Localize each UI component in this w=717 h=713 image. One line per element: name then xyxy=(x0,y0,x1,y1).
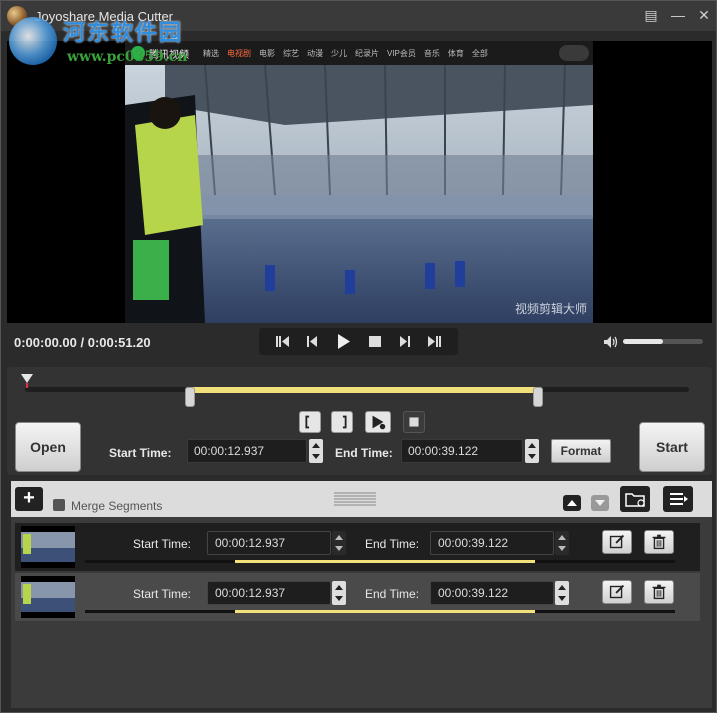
volume-level xyxy=(623,339,663,344)
segment-track xyxy=(85,560,675,563)
time-readout: 0:00:00.00 / 0:00:51.20 xyxy=(14,335,151,350)
menu-icon[interactable]: ▤ xyxy=(640,5,662,25)
cut-range[interactable] xyxy=(185,387,543,407)
segment-range-fill xyxy=(235,560,535,563)
merge-segments-label: Merge Segments xyxy=(71,499,163,513)
mark-in-button[interactable] xyxy=(299,411,321,433)
segment-end-label: End Time: xyxy=(365,537,420,551)
segment-start-spinner[interactable] xyxy=(332,531,346,555)
next-segment-icon[interactable] xyxy=(420,328,450,355)
segment-start-input[interactable]: 00:00:12.937 xyxy=(207,581,331,605)
video-site-title: 腾讯视频 xyxy=(149,50,189,61)
close-button[interactable]: ✕ xyxy=(693,5,715,25)
segment-list-header: + Merge Segments xyxy=(11,481,712,517)
start-time-input[interactable]: 00:00:12.937 xyxy=(187,439,307,463)
play-icon[interactable] xyxy=(328,328,358,355)
preview-segment-button[interactable] xyxy=(365,411,391,433)
nav-item: 体育 xyxy=(447,49,464,58)
segment-end-input[interactable]: 00:00:39.122 xyxy=(430,531,554,555)
segment-track xyxy=(85,610,675,613)
video-site-logo-icon xyxy=(131,46,145,60)
segment-thumbnail xyxy=(21,526,75,568)
total-time: 0:00:51.20 xyxy=(87,335,151,350)
mark-out-button[interactable] xyxy=(331,411,353,433)
minimize-button[interactable]: — xyxy=(667,5,689,25)
nav-item: 纪录片 xyxy=(355,49,379,58)
time-separator: / xyxy=(76,335,88,350)
merge-segments-checkbox[interactable] xyxy=(53,499,65,511)
video-site-navbar: 腾讯视频 精选 电视剧 电影 综艺 动漫 少儿 纪录片 VIP会员 音乐 体育 全部 xyxy=(125,41,593,65)
start-button[interactable]: Start xyxy=(639,422,705,472)
range-end-handle[interactable] xyxy=(533,387,543,407)
nav-item: 动漫 xyxy=(307,49,323,58)
app-logo-icon xyxy=(7,6,27,26)
nav-item: 综艺 xyxy=(283,49,299,58)
edit-segment-button[interactable] xyxy=(602,580,632,604)
app-window: Joyoshare Media Cutter ▤ — ✕ 河东软件园 www.p… xyxy=(0,0,717,713)
volume-slider[interactable] xyxy=(623,339,703,344)
segment-range-fill xyxy=(235,610,535,613)
end-time-label: End Time: xyxy=(335,446,393,460)
playhead-marker-icon[interactable] xyxy=(21,374,33,388)
segment-end-spinner[interactable] xyxy=(555,581,569,605)
volume-icon[interactable] xyxy=(603,334,619,350)
current-time: 0:00:00.00 xyxy=(14,335,77,350)
segment-start-label: Start Time: xyxy=(133,587,192,601)
delete-segment-button[interactable] xyxy=(644,530,674,554)
segment-row[interactable]: Start Time: 00:00:12.937 End Time: 00:00… xyxy=(15,523,700,571)
nav-item: 音乐 xyxy=(423,49,440,58)
start-time-label: Start Time: xyxy=(109,446,172,460)
previous-frame-icon[interactable] xyxy=(297,328,327,355)
video-frame: 腾讯视频 精选 电视剧 电影 综艺 动漫 少儿 纪录片 VIP会员 音乐 体育 全部 xyxy=(125,41,593,323)
transport-controls xyxy=(259,328,458,355)
end-time-input[interactable]: 00:00:39.122 xyxy=(401,439,523,463)
segment-start-input[interactable]: 00:00:12.937 xyxy=(207,531,331,555)
stop-icon[interactable] xyxy=(360,328,390,355)
stadium-scene xyxy=(125,65,593,323)
app-title: Joyoshare Media Cutter xyxy=(35,9,174,24)
next-frame-icon[interactable] xyxy=(390,328,420,355)
segment-start-label: Start Time: xyxy=(133,537,192,551)
cutter-panel: Open Start Time: 00:00:12.937 End Time: … xyxy=(7,367,712,475)
end-time-spinner[interactable] xyxy=(525,439,539,463)
nav-item: VIP会员 xyxy=(387,49,416,58)
nav-item: 少儿 xyxy=(331,49,347,58)
delete-segment-button[interactable] xyxy=(644,580,674,604)
segment-end-label: End Time: xyxy=(365,587,420,601)
format-button[interactable]: Format xyxy=(551,439,611,463)
list-menu-button[interactable] xyxy=(663,486,693,512)
add-segment-button[interactable]: + xyxy=(15,487,43,511)
stop-preview-button[interactable] xyxy=(403,411,425,433)
move-up-button[interactable] xyxy=(563,495,581,511)
drag-grip-icon[interactable] xyxy=(334,491,376,507)
range-start-handle[interactable] xyxy=(185,387,195,407)
cut-range-fill xyxy=(185,387,543,393)
segment-list: + Merge Segments Start Time: 00:00:12.93… xyxy=(11,481,712,708)
move-down-button[interactable] xyxy=(591,495,609,511)
video-site-nav-items: 精选 电视剧 电影 综艺 动漫 少儿 纪录片 VIP会员 音乐 体育 全部 xyxy=(203,48,496,59)
previous-segment-icon[interactable] xyxy=(267,328,297,355)
segment-end-spinner[interactable] xyxy=(555,531,569,555)
video-preview[interactable]: 腾讯视频 精选 电视剧 电影 综艺 动漫 少儿 纪录片 VIP会员 音乐 体育 全部 xyxy=(7,41,712,323)
segment-end-input[interactable]: 00:00:39.122 xyxy=(430,581,554,605)
open-button[interactable]: Open xyxy=(15,422,81,472)
video-site-search-box xyxy=(559,45,589,61)
output-folder-button[interactable] xyxy=(620,486,650,512)
nav-item: 全部 xyxy=(471,49,488,58)
segment-row[interactable]: Start Time: 00:00:12.937 End Time: 00:00… xyxy=(15,573,700,621)
nav-item: 电视剧 xyxy=(227,49,251,58)
segment-thumbnail xyxy=(21,576,75,618)
edit-segment-button[interactable] xyxy=(602,530,632,554)
title-bar: Joyoshare Media Cutter ▤ — ✕ xyxy=(1,1,716,31)
nav-item: 电影 xyxy=(259,49,275,58)
nav-item: 精选 xyxy=(203,49,219,58)
video-frame-watermark: 视频剪辑大师 xyxy=(514,302,587,316)
start-time-spinner[interactable] xyxy=(309,439,323,463)
segment-start-spinner[interactable] xyxy=(332,581,346,605)
